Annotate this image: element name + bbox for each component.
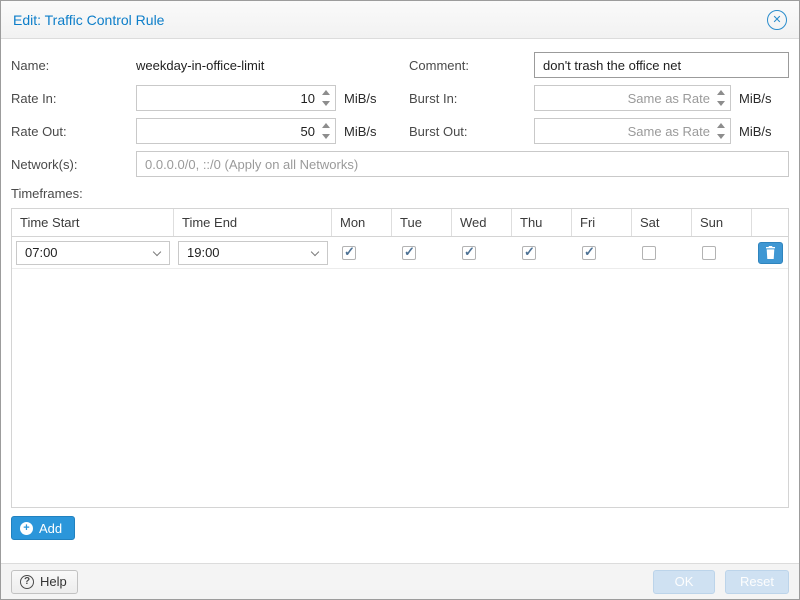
close-icon[interactable]: ✕: [767, 10, 787, 30]
dialog-body: Name: weekday-in-office-limit Comment: R…: [1, 39, 799, 563]
comment-input[interactable]: [534, 52, 789, 78]
burst-in-field: [534, 85, 731, 111]
timeframes-grid: Time Start Time End Mon Tue Wed Thu Fri …: [11, 208, 789, 508]
rate-out-field: [136, 118, 336, 144]
checkbox-thu[interactable]: [522, 246, 536, 260]
column-header-mon[interactable]: Mon: [332, 209, 392, 236]
time-end-select[interactable]: 19:00: [178, 241, 328, 265]
form-row-networks: Network(s):: [11, 150, 789, 178]
networks-label: Network(s):: [11, 157, 136, 172]
timeframes-label: Timeframes:: [11, 186, 789, 202]
dialog-footer: ? Help OK Reset: [1, 563, 799, 599]
column-header-tue[interactable]: Tue: [392, 209, 452, 236]
traffic-control-rule-dialog: Edit: Traffic Control Rule ✕ Name: weekd…: [0, 0, 800, 600]
form-row-3: Rate Out: MiB/s Burst Out:: [11, 117, 789, 145]
checkbox-sun[interactable]: [702, 246, 716, 260]
add-button-label: Add: [39, 521, 62, 536]
spinner-up-icon[interactable]: [714, 120, 728, 131]
spinner-down-icon[interactable]: [714, 98, 728, 109]
burst-out-input[interactable]: [535, 119, 730, 143]
column-header-sat[interactable]: Sat: [632, 209, 692, 236]
time-start-value: 07:00: [25, 245, 58, 260]
delete-row-button[interactable]: [758, 242, 783, 264]
plus-icon: +: [20, 522, 33, 535]
add-timeframe-button[interactable]: + Add: [11, 516, 75, 540]
time-end-value: 19:00: [187, 245, 220, 260]
spinner-down-icon[interactable]: [714, 131, 728, 142]
checkbox-wed[interactable]: [462, 246, 476, 260]
column-header-thu[interactable]: Thu: [512, 209, 572, 236]
column-header-wed[interactable]: Wed: [452, 209, 512, 236]
spinner-up-icon[interactable]: [714, 87, 728, 98]
checkbox-sat[interactable]: [642, 246, 656, 260]
networks-input[interactable]: [136, 151, 789, 177]
checkbox-mon[interactable]: [342, 246, 356, 260]
spinner-down-icon[interactable]: [319, 98, 333, 109]
form-row-1: Name: weekday-in-office-limit Comment:: [11, 51, 789, 79]
table-row: 07:00 19:00: [12, 237, 788, 269]
dialog-titlebar: Edit: Traffic Control Rule ✕: [1, 1, 799, 39]
chevron-down-icon[interactable]: [153, 247, 161, 255]
rate-out-input[interactable]: [137, 119, 335, 143]
rate-in-input[interactable]: [137, 86, 335, 110]
rate-out-label: Rate Out:: [11, 124, 136, 139]
column-header-actions: [752, 209, 788, 236]
burst-out-field: [534, 118, 731, 144]
burst-in-input[interactable]: [535, 86, 730, 110]
checkbox-fri[interactable]: [582, 246, 596, 260]
spinner-down-icon[interactable]: [319, 131, 333, 142]
burst-out-label: Burst Out:: [409, 124, 534, 139]
burst-in-unit: MiB/s: [739, 91, 772, 106]
column-header-time-end[interactable]: Time End: [174, 209, 332, 236]
burst-in-label: Burst In:: [409, 91, 534, 106]
grid-header: Time Start Time End Mon Tue Wed Thu Fri …: [12, 209, 788, 237]
help-button-label: Help: [40, 574, 67, 589]
column-header-sun[interactable]: Sun: [692, 209, 752, 236]
help-button[interactable]: ? Help: [11, 570, 78, 594]
reset-button[interactable]: Reset: [725, 570, 789, 594]
rate-in-unit: MiB/s: [344, 91, 377, 106]
dialog-title: Edit: Traffic Control Rule: [13, 12, 767, 28]
rate-out-unit: MiB/s: [344, 124, 377, 139]
column-header-time-start[interactable]: Time Start: [12, 209, 174, 236]
comment-label: Comment:: [409, 58, 534, 73]
chevron-down-icon[interactable]: [311, 247, 319, 255]
spinner-up-icon[interactable]: [319, 120, 333, 131]
rate-in-label: Rate In:: [11, 91, 136, 106]
spinner-up-icon[interactable]: [319, 87, 333, 98]
column-header-fri[interactable]: Fri: [572, 209, 632, 236]
burst-out-unit: MiB/s: [739, 124, 772, 139]
rate-in-field: [136, 85, 336, 111]
grid-empty-area: [12, 269, 788, 507]
trash-icon: [765, 246, 776, 259]
name-value: weekday-in-office-limit: [136, 58, 264, 73]
time-start-select[interactable]: 07:00: [16, 241, 170, 265]
name-label: Name:: [11, 58, 136, 73]
form-row-2: Rate In: MiB/s Burst In:: [11, 84, 789, 112]
ok-button[interactable]: OK: [653, 570, 715, 594]
checkbox-tue[interactable]: [402, 246, 416, 260]
question-icon: ?: [20, 575, 34, 589]
